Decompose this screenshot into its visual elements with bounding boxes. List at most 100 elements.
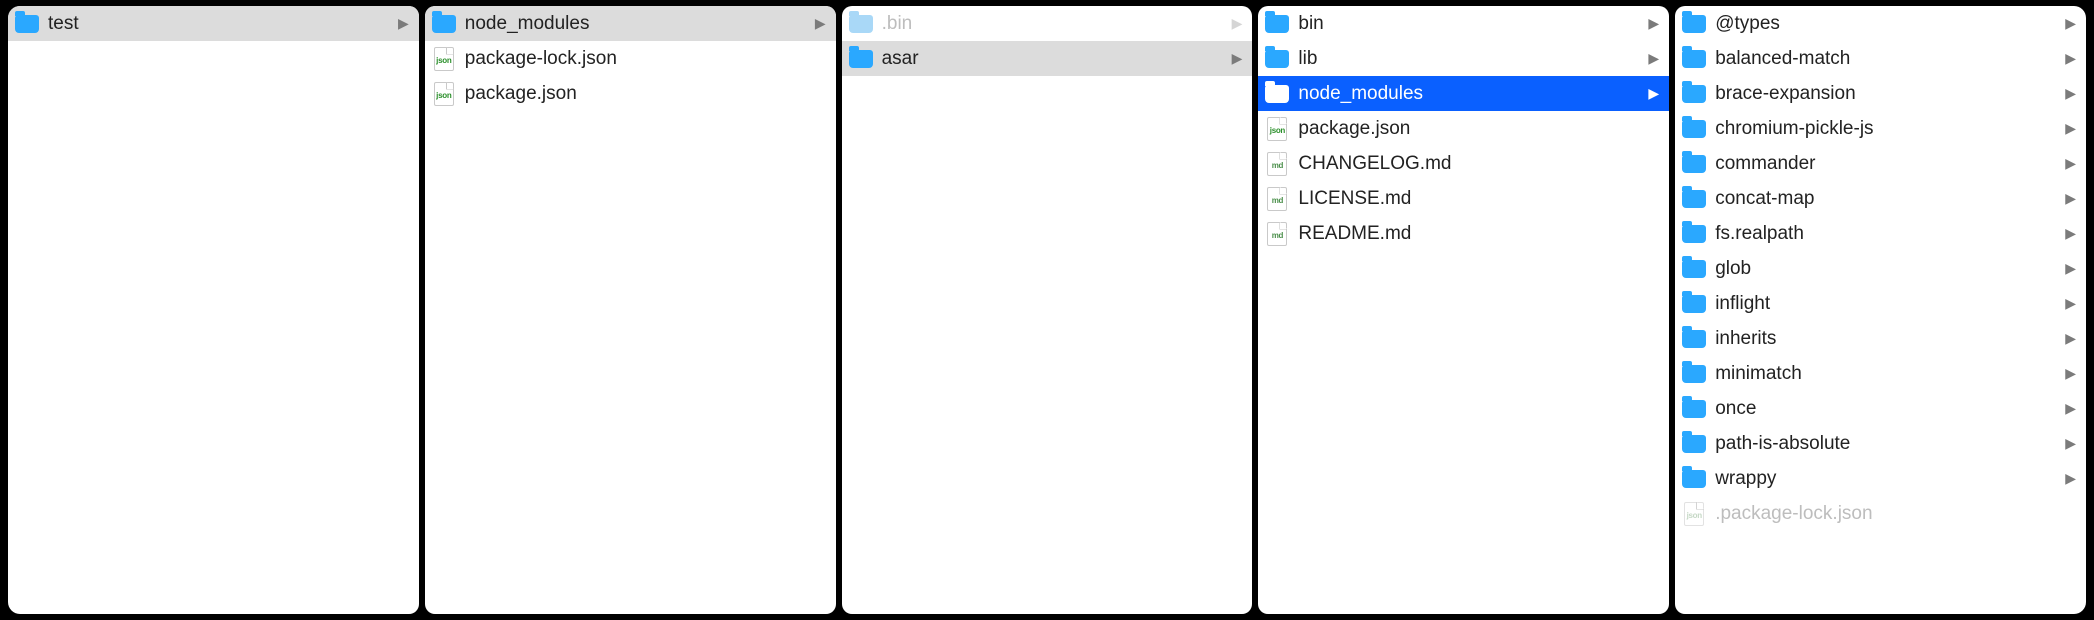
folder-icon bbox=[1264, 48, 1290, 70]
chevron-right-icon: ▶ bbox=[2065, 85, 2076, 102]
folder-row-inherits[interactable]: inherits▶ bbox=[1675, 321, 2086, 356]
file-icon: json bbox=[431, 83, 457, 105]
folder-icon bbox=[1681, 258, 1707, 280]
folder-row-test[interactable]: test▶ bbox=[8, 6, 419, 41]
folder-icon-shape bbox=[1682, 400, 1706, 418]
file-icon: json bbox=[1264, 118, 1290, 140]
folder-row-once[interactable]: once▶ bbox=[1675, 391, 2086, 426]
finder-column: bin▶ lib ▶ node_modules ▶ json package.json md C… bbox=[1258, 6, 1669, 614]
file-icon-shape: md bbox=[1267, 187, 1287, 211]
folder-row-asar[interactable]: asar▶ bbox=[842, 41, 1253, 76]
folder-row-lib[interactable]: lib ▶ bbox=[1258, 41, 1669, 76]
file-row-package-lock-json[interactable]: json package-lock.json bbox=[425, 41, 836, 76]
file-icon: md bbox=[1264, 153, 1290, 175]
chevron-right-icon: ▶ bbox=[2065, 435, 2076, 452]
file-row-changelog-md[interactable]: md CHANGELOG.md bbox=[1258, 146, 1669, 181]
folder-icon-shape bbox=[1682, 225, 1706, 243]
folder-row-chromium-pickle-js[interactable]: chromium-pickle-js ▶ bbox=[1675, 111, 2086, 146]
folder-icon bbox=[1681, 223, 1707, 245]
file-icon: json bbox=[431, 48, 457, 70]
item-label: package.json bbox=[1298, 118, 1659, 140]
folder-icon-shape bbox=[1682, 190, 1706, 208]
folder-row-fs-realpath[interactable]: fs.realpath▶ bbox=[1675, 216, 2086, 251]
chevron-right-icon: ▶ bbox=[1648, 85, 1659, 102]
item-label: CHANGELOG.md bbox=[1298, 153, 1659, 175]
item-label: lib bbox=[1298, 48, 1640, 70]
folder-icon-shape bbox=[1682, 470, 1706, 488]
folder-row-brace-expansion[interactable]: brace-expansion▶ bbox=[1675, 76, 2086, 111]
folder-icon-shape bbox=[432, 15, 456, 33]
folder-row-minimatch[interactable]: minimatch▶ bbox=[1675, 356, 2086, 391]
file-type-tag: md bbox=[1272, 196, 1283, 205]
item-label: @types bbox=[1715, 13, 2057, 35]
finder-column: node_modules ▶ json package-lock.json json pa… bbox=[425, 6, 836, 614]
file-row-package-lock-json[interactable]: json .package-lock.json bbox=[1675, 496, 2086, 531]
file-type-tag: json bbox=[436, 56, 451, 65]
file-row-package-json[interactable]: json package.json bbox=[1258, 111, 1669, 146]
folder-icon-shape bbox=[1265, 15, 1289, 33]
chevron-right-icon: ▶ bbox=[2065, 190, 2076, 207]
folder-icon bbox=[1681, 328, 1707, 350]
folder-icon-shape bbox=[1682, 155, 1706, 173]
item-label: .package-lock.json bbox=[1715, 503, 2076, 525]
folder-row-bin[interactable]: .bin▶ bbox=[842, 6, 1253, 41]
folder-icon-shape bbox=[1682, 50, 1706, 68]
file-icon-shape: json bbox=[434, 47, 454, 71]
folder-icon bbox=[14, 13, 40, 35]
file-icon: md bbox=[1264, 188, 1290, 210]
file-row-license-md[interactable]: md LICENSE.md bbox=[1258, 181, 1669, 216]
item-label: package.json bbox=[465, 83, 826, 105]
folder-icon bbox=[1681, 293, 1707, 315]
file-type-tag: json bbox=[436, 91, 451, 100]
folder-icon bbox=[1681, 83, 1707, 105]
item-label: wrappy bbox=[1715, 468, 2057, 490]
item-label: chromium-pickle-js bbox=[1715, 118, 2057, 140]
folder-row-concat-map[interactable]: concat-map▶ bbox=[1675, 181, 2086, 216]
chevron-right-icon: ▶ bbox=[1648, 50, 1659, 67]
folder-icon bbox=[1681, 118, 1707, 140]
folder-icon-shape bbox=[1682, 260, 1706, 278]
file-row-package-json[interactable]: json package.json bbox=[425, 76, 836, 111]
file-row-readme-md[interactable]: mdREADME.md bbox=[1258, 216, 1669, 251]
folder-row-glob[interactable]: glob▶ bbox=[1675, 251, 2086, 286]
folder-icon-shape bbox=[1265, 85, 1289, 103]
item-label: LICENSE.md bbox=[1298, 188, 1659, 210]
chevron-right-icon: ▶ bbox=[2065, 155, 2076, 172]
folder-icon bbox=[1264, 13, 1290, 35]
file-icon: json bbox=[1681, 503, 1707, 525]
folder-row-types[interactable]: @types ▶ bbox=[1675, 6, 2086, 41]
folder-row-node-modules[interactable]: node_modules ▶ bbox=[425, 6, 836, 41]
folder-row-bin[interactable]: bin▶ bbox=[1258, 6, 1669, 41]
folder-row-inflight[interactable]: inflight▶ bbox=[1675, 286, 2086, 321]
folder-row-balanced-match[interactable]: balanced-match▶ bbox=[1675, 41, 2086, 76]
chevron-right-icon: ▶ bbox=[815, 15, 826, 32]
folder-row-wrappy[interactable]: wrappy▶ bbox=[1675, 461, 2086, 496]
folder-row-commander[interactable]: commander▶ bbox=[1675, 146, 2086, 181]
item-label: package-lock.json bbox=[465, 48, 826, 70]
chevron-right-icon: ▶ bbox=[1232, 15, 1243, 32]
file-icon-shape: md bbox=[1267, 222, 1287, 246]
item-label: bin bbox=[1298, 13, 1640, 35]
folder-icon bbox=[1681, 48, 1707, 70]
folder-icon-shape bbox=[1682, 85, 1706, 103]
file-icon-shape: json bbox=[1684, 502, 1704, 526]
item-label: node_modules bbox=[1298, 83, 1640, 105]
file-type-tag: md bbox=[1272, 231, 1283, 240]
folder-icon bbox=[1681, 398, 1707, 420]
chevron-right-icon: ▶ bbox=[2065, 400, 2076, 417]
folder-icon-shape bbox=[1265, 50, 1289, 68]
folder-icon bbox=[848, 13, 874, 35]
item-label: balanced-match bbox=[1715, 48, 2057, 70]
chevron-right-icon: ▶ bbox=[2065, 120, 2076, 137]
folder-icon bbox=[1681, 188, 1707, 210]
chevron-right-icon: ▶ bbox=[2065, 15, 2076, 32]
item-label: fs.realpath bbox=[1715, 223, 2057, 245]
finder-columns: test▶node_modules▶jsonpackage-lock.jsonj… bbox=[8, 6, 2086, 614]
folder-row-path-is-absolute[interactable]: path-is-absolute▶ bbox=[1675, 426, 2086, 461]
item-label: glob bbox=[1715, 258, 2057, 280]
folder-row-node-modules[interactable]: node_modules ▶ bbox=[1258, 76, 1669, 111]
file-icon-shape: md bbox=[1267, 152, 1287, 176]
item-label: inflight bbox=[1715, 293, 2057, 315]
finder-column: @types▶balanced-match▶brace-expansion▶ch… bbox=[1675, 6, 2086, 614]
item-label: node_modules bbox=[465, 13, 807, 35]
